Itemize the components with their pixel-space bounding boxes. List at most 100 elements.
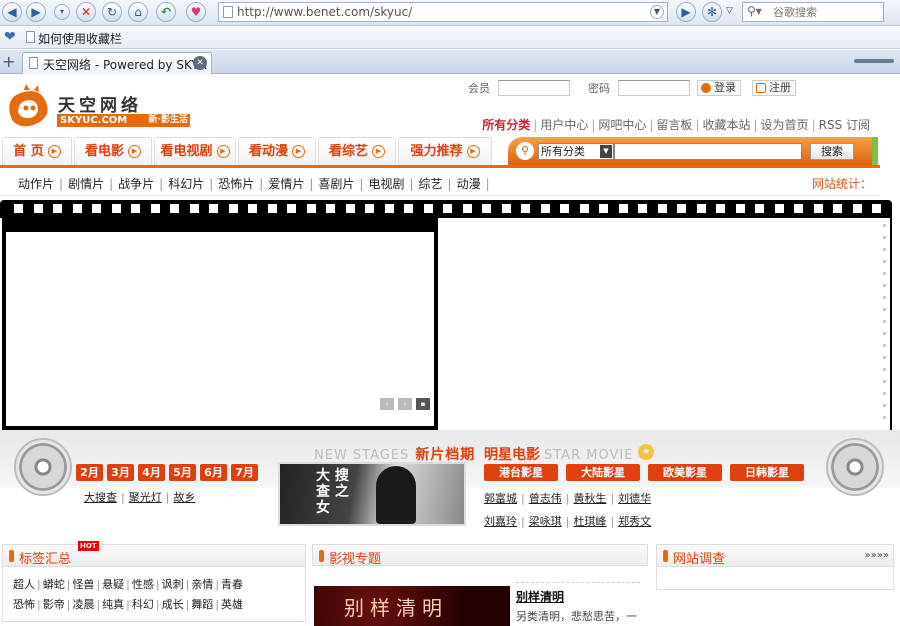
- star-region-button[interactable]: 欧美影星: [648, 464, 722, 481]
- month-button[interactable]: 4月: [138, 464, 165, 481]
- browser-search-input[interactable]: [773, 5, 881, 20]
- new-tab-icon[interactable]: +: [2, 52, 15, 71]
- login-button[interactable]: 登录: [697, 80, 741, 96]
- star-region-button[interactable]: 日韩影星: [730, 464, 804, 481]
- site-stats-label[interactable]: 网站统计：: [812, 175, 872, 192]
- genre-comedy[interactable]: 喜剧片: [318, 177, 354, 191]
- tag-link[interactable]: 影帝: [43, 598, 65, 611]
- tag-link[interactable]: 英雄: [221, 598, 243, 611]
- address-bar[interactable]: http://www.benet.com/skyuc/ ▼: [218, 2, 668, 22]
- genre-drama[interactable]: 剧情片: [68, 177, 104, 191]
- topic-image[interactable]: 别样清明: [314, 586, 510, 626]
- new-release-link[interactable]: 大搜查: [84, 491, 117, 504]
- forward-icon[interactable]: ▶: [26, 2, 46, 22]
- link-set-home[interactable]: 设为首页: [761, 118, 809, 132]
- settings-icon[interactable]: ✻: [702, 2, 722, 22]
- favorite-heart-icon[interactable]: ♥: [186, 2, 206, 22]
- category-select[interactable]: 所有分类 ▼: [538, 143, 614, 160]
- month-button[interactable]: 5月: [169, 464, 196, 481]
- topic-title-link[interactable]: 别样清明: [516, 588, 564, 605]
- nav-movies[interactable]: 看电影 ▶: [74, 137, 152, 165]
- star-link[interactable]: 郑秀文: [618, 515, 651, 528]
- undo-icon[interactable]: ↶: [156, 2, 176, 22]
- tag-link[interactable]: 性感: [132, 578, 154, 591]
- genre-scifi[interactable]: 科幻片: [168, 177, 204, 191]
- genre-romance[interactable]: 爱情片: [268, 177, 304, 191]
- close-tab-icon[interactable]: ✕: [193, 56, 207, 70]
- favorites-heart-icon[interactable]: ❤: [4, 29, 16, 45]
- home-icon[interactable]: ⌂: [128, 2, 148, 22]
- favorites-item[interactable]: 如何使用收藏栏: [38, 30, 122, 47]
- tag-link[interactable]: 青春: [221, 578, 243, 591]
- banner-page-button[interactable]: ▪: [416, 398, 430, 410]
- tag-link[interactable]: 成长: [162, 598, 184, 611]
- member-input[interactable]: [498, 80, 570, 96]
- more-link[interactable]: »»»»: [865, 550, 889, 561]
- month-button[interactable]: 2月: [76, 464, 103, 481]
- star-link[interactable]: 郭富城: [484, 492, 517, 505]
- search-button[interactable]: 搜索: [810, 143, 854, 160]
- genre-horror[interactable]: 恐怖片: [218, 177, 254, 191]
- genre-war[interactable]: 战争片: [118, 177, 154, 191]
- tag-link[interactable]: 恐怖: [13, 598, 35, 611]
- new-release-link[interactable]: 聚光灯: [129, 491, 162, 504]
- link-user-center[interactable]: 用户中心: [540, 118, 588, 132]
- new-release-link[interactable]: 故乡: [173, 491, 195, 504]
- star-link[interactable]: 杜琪峰: [573, 515, 606, 528]
- banner-image[interactable]: [6, 232, 434, 426]
- star-link[interactable]: 黄秋生: [573, 492, 606, 505]
- tag-link[interactable]: 科幻: [132, 598, 154, 611]
- star-link[interactable]: 刘德华: [618, 492, 651, 505]
- link-guestbook[interactable]: 留言板: [656, 118, 692, 132]
- settings-dropdown-icon[interactable]: ▽: [726, 6, 733, 16]
- register-button[interactable]: 注册: [752, 80, 796, 96]
- link-all-categories[interactable]: 所有分类: [482, 118, 530, 132]
- banner-prev-button[interactable]: ‹: [380, 398, 394, 410]
- url-dropdown-icon[interactable]: ▼: [650, 5, 664, 19]
- password-input[interactable]: [618, 80, 690, 96]
- keyword-input[interactable]: [614, 143, 802, 160]
- new-release-poster[interactable]: 大 搜 查 之 女: [278, 462, 466, 526]
- url-text[interactable]: http://www.benet.com/skyuc/: [237, 5, 412, 19]
- nav-home[interactable]: 首 页 ▶: [2, 137, 72, 165]
- tag-link[interactable]: 蟒蛇: [43, 578, 65, 591]
- tab-current[interactable]: 天空网络 - Powered by SKY... ✕: [22, 52, 212, 74]
- stop-icon[interactable]: ✕: [76, 2, 96, 22]
- star-region-button[interactable]: 港台影星: [484, 464, 558, 481]
- tag-link[interactable]: 舞蹈: [191, 598, 213, 611]
- star-region-button[interactable]: 大陆影星: [566, 464, 640, 481]
- tag-link[interactable]: 凌晨: [72, 598, 94, 611]
- star-link[interactable]: 曾志伟: [529, 492, 562, 505]
- month-button[interactable]: 6月: [200, 464, 227, 481]
- tag-link[interactable]: 亲情: [191, 578, 213, 591]
- star-link[interactable]: 梁咏琪: [529, 515, 562, 528]
- banner-next-button[interactable]: ›: [398, 398, 412, 410]
- genre-variety[interactable]: 综艺: [419, 177, 443, 191]
- nav-variety[interactable]: 看综艺 ▶: [318, 137, 396, 165]
- nav-anime[interactable]: 看动漫 ▶: [238, 137, 316, 165]
- nav-recommend[interactable]: 强力推荐 ▶: [398, 137, 492, 165]
- star-link[interactable]: 刘嘉玲: [484, 515, 517, 528]
- tag-link[interactable]: 讽刺: [162, 578, 184, 591]
- banner-slideshow[interactable]: ‹ › ▪: [2, 218, 438, 430]
- genre-tv[interactable]: 电视剧: [368, 177, 404, 191]
- month-button[interactable]: 7月: [231, 464, 258, 481]
- refresh-icon[interactable]: ↻: [102, 2, 122, 22]
- back-icon[interactable]: ◀: [2, 2, 22, 22]
- nav-tv[interactable]: 看电视剧 ▶: [154, 137, 236, 165]
- tag-link[interactable]: 超人: [13, 578, 35, 591]
- browser-search-box[interactable]: ⚲▾: [742, 2, 884, 22]
- tag-link[interactable]: 纯真: [102, 598, 124, 611]
- link-bookmark[interactable]: 收藏本站: [702, 118, 750, 132]
- link-netbar-center[interactable]: 网吧中心: [598, 118, 646, 132]
- tag-link[interactable]: 悬疑: [102, 578, 124, 591]
- genre-action[interactable]: 动作片: [18, 177, 54, 191]
- tag-link[interactable]: 怪兽: [72, 578, 94, 591]
- go-icon[interactable]: ▶: [676, 2, 696, 22]
- tab-scroll-handle[interactable]: [854, 59, 894, 63]
- logo-icon[interactable]: [4, 84, 56, 130]
- month-button[interactable]: 3月: [107, 464, 134, 481]
- genre-anime[interactable]: 动漫: [457, 177, 481, 191]
- link-rss[interactable]: RSS 订阅: [819, 118, 870, 132]
- history-dropdown-icon[interactable]: ▾: [54, 4, 70, 20]
